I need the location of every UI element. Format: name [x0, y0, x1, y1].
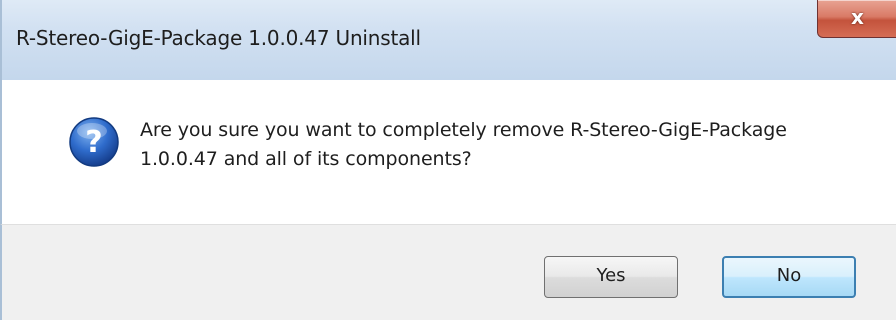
no-button[interactable]: No: [722, 256, 856, 298]
close-icon: x: [851, 5, 864, 29]
message-line-1: Are you sure you want to completely remo…: [140, 119, 787, 141]
window-title: R-Stereo-GigE-Package 1.0.0.47 Uninstall: [16, 26, 421, 50]
yes-button[interactable]: Yes: [544, 256, 678, 298]
question-icon: ?: [69, 117, 119, 167]
title-bar[interactable]: R-Stereo-GigE-Package 1.0.0.47 Uninstall…: [0, 0, 896, 80]
uninstall-dialog-window: R-Stereo-GigE-Package 1.0.0.47 Uninstall…: [0, 0, 896, 320]
dialog-content: ? Are you sure you want to completely re…: [0, 80, 896, 224]
confirmation-message: Are you sure you want to completely remo…: [140, 116, 880, 174]
svg-text:?: ?: [85, 125, 102, 160]
message-line-2: 1.0.0.47 and all of its components?: [140, 148, 472, 170]
close-button[interactable]: x: [817, 0, 896, 38]
button-bar: Yes No: [0, 224, 896, 320]
